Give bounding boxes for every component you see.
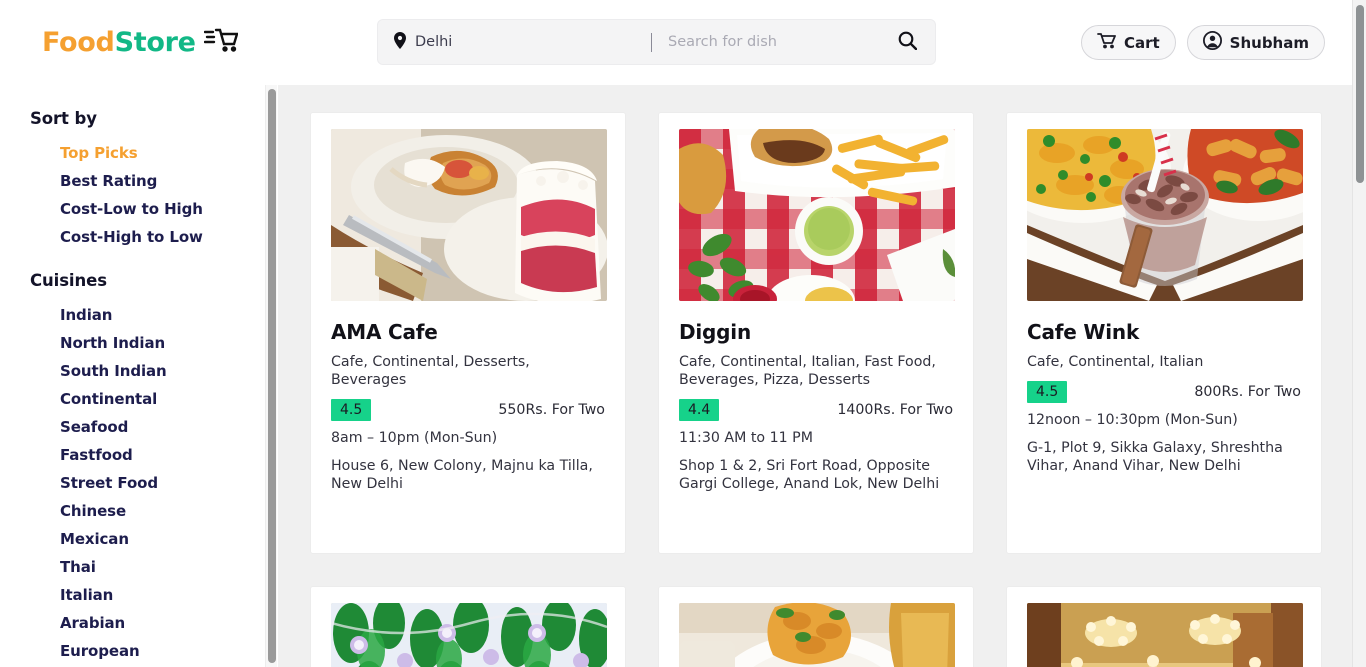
sort-by-heading: Sort by (30, 109, 97, 128)
page-scrollbar-thumb[interactable] (1356, 5, 1364, 183)
restaurant-hours: 12noon – 10:30pm (Mon-Sun) (1027, 412, 1238, 429)
restaurant-name: AMA Cafe (331, 320, 438, 344)
search-bar (377, 19, 936, 65)
body-area: Sort by Top Picks Best Rating Cost-Low t… (0, 85, 1352, 667)
page-scrollbar[interactable] (1352, 0, 1366, 667)
cost-for-two: 1400Rs. For Two (837, 402, 953, 419)
location-input[interactable] (415, 34, 651, 50)
sidebar-item-mexican[interactable]: Mexican (30, 525, 264, 553)
sidebar-scrollbar[interactable] (265, 85, 277, 667)
sidebar-item-street-food[interactable]: Street Food (30, 469, 264, 497)
restaurant-image-interior (1027, 603, 1303, 667)
sidebar-item-top-picks[interactable]: Top Picks (30, 139, 264, 167)
cuisines-heading: Cuisines (30, 271, 107, 290)
restaurant-address: House 6, New Colony, Majnu ka Tilla, New… (331, 458, 593, 493)
sidebar-item-italian[interactable]: Italian (30, 581, 264, 609)
sidebar-item-thai[interactable]: Thai (30, 553, 264, 581)
header-actions: Cart Shubham (1080, 25, 1325, 60)
restaurant-image-milkshake (1027, 129, 1303, 301)
restaurant-image-burger (679, 129, 955, 301)
brand-logo[interactable]: FoodStore (42, 27, 239, 58)
sidebar-item-cost-low-to-high[interactable]: Cost-Low to High (30, 195, 264, 223)
rating-badge: 4.4 (679, 399, 720, 422)
site-header: FoodStore Delhi Search for dish Cart Shu… (0, 0, 1352, 85)
restaurant-name: Cafe Wink (1027, 320, 1140, 344)
restaurant-address: G-1, Plot 9, Sikka Galaxy, Shreshtha Vih… (1027, 440, 1283, 475)
cost-for-two: 800Rs. For Two (1194, 384, 1301, 401)
restaurant-cuisine: Cafe, Continental, Desserts, Beverages (331, 354, 530, 389)
search-icon (898, 31, 918, 53)
filters-sidebar: Sort by Top Picks Best Rating Cost-Low t… (0, 85, 264, 667)
dish-group[interactable] (652, 34, 888, 50)
sidebar-item-cost-high-to-low[interactable]: Cost-High to Low (30, 223, 264, 251)
restaurant-card[interactable] (658, 586, 974, 667)
restaurant-meta: 4.4 1400Rs. For Two (679, 399, 953, 422)
sidebar-item-north-indian[interactable]: North Indian (30, 329, 264, 357)
brand-name-part1: Food (42, 26, 115, 58)
restaurant-image-garden-lights (331, 603, 607, 667)
sidebar-item-south-indian[interactable]: South Indian (30, 357, 264, 385)
cart-button-label: Cart (1123, 33, 1160, 52)
restaurant-card[interactable]: Cafe Wink Cafe, Continental, Italian 4.5… (1006, 112, 1322, 554)
sidebar-item-european[interactable]: European (30, 637, 264, 665)
restaurant-meta: 4.5 800Rs. For Two (1027, 381, 1301, 404)
user-circle-icon (1202, 30, 1222, 54)
map-pin-icon (394, 31, 406, 53)
location-group[interactable] (378, 31, 651, 53)
restaurant-name: Diggin (679, 320, 751, 344)
page-root: FoodStore Delhi Search for dish Cart Shu… (0, 0, 1366, 667)
sidebar-item-seafood[interactable]: Seafood (30, 413, 264, 441)
restaurant-meta: 4.5 550Rs. For Two (331, 399, 605, 422)
search-input[interactable] (668, 34, 888, 50)
sidebar-scrollbar-thumb[interactable] (268, 89, 276, 663)
cart-icon (1097, 32, 1116, 53)
rating-badge: 4.5 (331, 399, 372, 422)
restaurant-card[interactable]: Diggin Cafe, Continental, Italian, Fast … (658, 112, 974, 554)
restaurant-address: Shop 1 & 2, Sri Fort Road, Opposite Garg… (679, 458, 940, 493)
restaurant-card[interactable] (310, 586, 626, 667)
search-button[interactable] (888, 20, 935, 64)
cart-button[interactable]: Cart (1080, 25, 1176, 60)
sidebar-item-indian[interactable]: Indian (30, 301, 264, 329)
user-menu-button[interactable]: Shubham (1186, 25, 1325, 60)
sidebar-item-arabian[interactable]: Arabian (30, 609, 264, 637)
sidebar-item-continental[interactable]: Continental (30, 385, 264, 413)
restaurant-cuisine: Cafe, Continental, Italian (1027, 354, 1204, 370)
restaurant-image-kebabs (679, 603, 955, 667)
restaurant-card[interactable] (1006, 586, 1322, 667)
brand-name-part2: Store (114, 26, 196, 58)
user-menu-label: Shubham (1229, 33, 1309, 52)
restaurant-grid: AMA Cafe Cafe, Continental, Desserts, Be… (278, 112, 1352, 667)
restaurant-hours: 11:30 AM to 11 PM (679, 430, 813, 447)
sidebar-item-best-rating[interactable]: Best Rating (30, 167, 264, 195)
shopping-cart-motion-icon (203, 27, 239, 57)
brand-name: FoodStore (42, 27, 196, 58)
sidebar-item-chinese[interactable]: Chinese (30, 497, 264, 525)
sidebar-item-fastfood[interactable]: Fastfood (30, 441, 264, 469)
restaurant-list: AMA Cafe Cafe, Continental, Desserts, Be… (278, 85, 1352, 667)
cost-for-two: 550Rs. For Two (498, 402, 605, 419)
restaurant-cuisine: Cafe, Continental, Italian, Fast Food, B… (679, 354, 936, 389)
restaurant-hours: 8am – 10pm (Mon-Sun) (331, 430, 498, 447)
restaurant-card[interactable]: AMA Cafe Cafe, Continental, Desserts, Be… (310, 112, 626, 554)
restaurant-image-dessert (331, 129, 607, 301)
rating-badge: 4.5 (1027, 381, 1068, 404)
